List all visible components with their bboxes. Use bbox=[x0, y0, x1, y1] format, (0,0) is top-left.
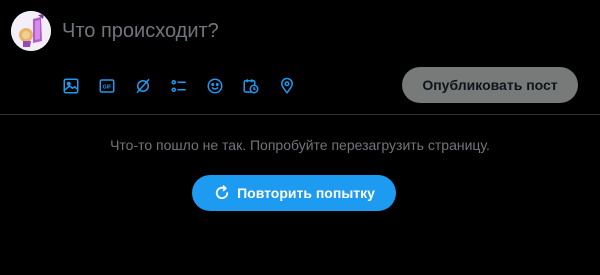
error-message: Что-то пошло не так. Попробуйте перезагр… bbox=[110, 137, 490, 153]
gif-icon[interactable]: GIF bbox=[96, 75, 118, 97]
composer-input[interactable]: Что происходит? bbox=[62, 19, 219, 43]
avatar-image bbox=[11, 11, 51, 51]
gif-icon-label: GIF bbox=[103, 85, 113, 91]
emoji-icon[interactable] bbox=[204, 75, 226, 97]
refresh-icon bbox=[213, 184, 231, 202]
grok-icon[interactable] bbox=[132, 75, 154, 97]
retry-label: Повторить попытку bbox=[237, 185, 375, 201]
image-icon[interactable] bbox=[60, 75, 82, 97]
post-composer: Что происходит? GIF Опубликовать пост bbox=[0, 0, 600, 114]
location-icon[interactable] bbox=[276, 75, 298, 97]
retry-button[interactable]: Повторить попытку bbox=[192, 175, 396, 211]
poll-icon[interactable] bbox=[168, 75, 190, 97]
composer-toolbar: GIF bbox=[60, 72, 312, 100]
avatar[interactable] bbox=[11, 11, 51, 51]
publish-post-button[interactable]: Опубликовать пост bbox=[402, 67, 578, 103]
schedule-icon[interactable] bbox=[240, 75, 262, 97]
divider bbox=[0, 114, 600, 115]
